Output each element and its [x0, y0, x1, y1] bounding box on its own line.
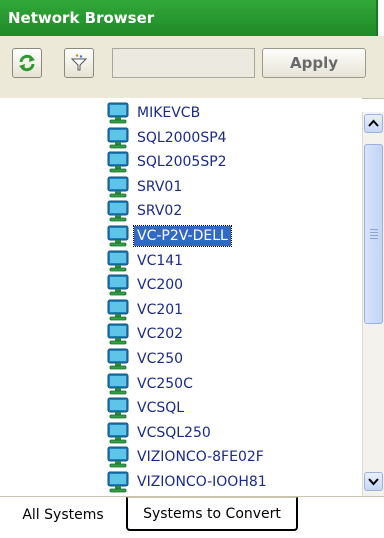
computer-icon [107, 274, 129, 296]
list-item[interactable]: SRV01 [104, 174, 354, 200]
list-item[interactable]: SQL2005SP2 [104, 149, 354, 175]
tab-strip: All Systems Systems to Convert [0, 496, 384, 538]
list-item-label: SQL2005SP2 [137, 154, 227, 171]
computer-icon [107, 397, 129, 419]
scroll-up-button[interactable] [364, 114, 383, 133]
list-item-label: VIZIONCO-IOOH81 [137, 474, 267, 490]
tab-systems-to-convert[interactable]: Systems to Convert [126, 497, 298, 531]
list-item[interactable]: VIZIONCO-IOOH81 [104, 469, 354, 495]
filter-input[interactable] [112, 48, 255, 78]
list-item-label: VCSQL [137, 400, 185, 417]
computer-icon [107, 422, 129, 444]
panel-title: Network Browser [0, 0, 378, 36]
list-item[interactable]: VC201 [104, 297, 354, 323]
list-item[interactable]: VC250 [104, 346, 354, 372]
computer-icon [107, 151, 129, 173]
list-item-label: VC250C [137, 375, 193, 392]
toolbar: Apply [0, 36, 384, 99]
vertical-scrollbar[interactable] [362, 112, 384, 496]
filter-button[interactable] [64, 48, 94, 78]
computer-icon [107, 373, 129, 394]
filter-icon [70, 54, 88, 71]
list-item-label: VC202 [137, 326, 184, 343]
list-item[interactable]: VCSQL [104, 395, 354, 421]
refresh-button[interactable] [12, 48, 42, 78]
list-item[interactable]: SRV02 [104, 198, 354, 224]
computer-icon [107, 176, 129, 198]
computer-icon [107, 299, 129, 321]
list-item-label: SRV02 [137, 203, 183, 220]
refresh-icon [19, 54, 35, 72]
grip-icon [370, 229, 378, 239]
apply-button[interactable]: Apply [262, 48, 366, 78]
list-item[interactable]: SQL2000SP4 [104, 125, 354, 151]
computer-icon [107, 225, 129, 247]
list-item[interactable]: VC202 [104, 321, 354, 347]
list-item-label: SQL2000SP4 [137, 129, 227, 146]
computer-icon [107, 250, 129, 271]
arrow-down-icon [368, 478, 379, 486]
tab-all-systems[interactable]: All Systems [0, 497, 126, 533]
list-item[interactable]: VC-P2V-DELL [104, 223, 354, 249]
computer-icon [107, 446, 129, 468]
list-item-label: VC-P2V-DELL [133, 225, 232, 247]
list-item-label: VC201 [137, 301, 184, 318]
list-item-label: SRV01 [137, 178, 183, 195]
list-item[interactable]: VC250C [104, 371, 354, 397]
arrow-up-icon [368, 119, 379, 127]
computer-icon [107, 102, 129, 124]
list-item[interactable]: VC141 [104, 248, 354, 274]
list-item-label: VC141 [137, 252, 184, 269]
computer-icon [107, 471, 129, 493]
list-item[interactable]: VIZIONCO-8FE02F [104, 444, 354, 470]
network-browser-panel: Network Browser Apply MIKEVCB SQL2000SP4 S… [0, 0, 384, 538]
list-item-label: VC200 [137, 277, 184, 294]
list-item[interactable]: MIKEVCB [104, 100, 354, 126]
scroll-thumb[interactable] [364, 144, 383, 324]
list-item[interactable]: VC200 [104, 272, 354, 298]
system-list: MIKEVCB SQL2000SP4 SQL2005SP2 SRV01 SRV02 VC-… [0, 98, 362, 496]
list-item-label: MIKEVCB [137, 105, 201, 121]
computer-icon [107, 323, 129, 345]
scroll-down-button[interactable] [364, 472, 383, 491]
computer-icon [107, 200, 129, 222]
list-item-label: VC250 [137, 351, 184, 367]
list-item-label: VCSQL250 [137, 424, 211, 441]
computer-icon [107, 127, 129, 148]
list-item-label: VIZIONCO-8FE02F [137, 449, 264, 466]
list-item[interactable]: VCSQL250 [104, 420, 354, 446]
computer-icon [107, 348, 129, 370]
